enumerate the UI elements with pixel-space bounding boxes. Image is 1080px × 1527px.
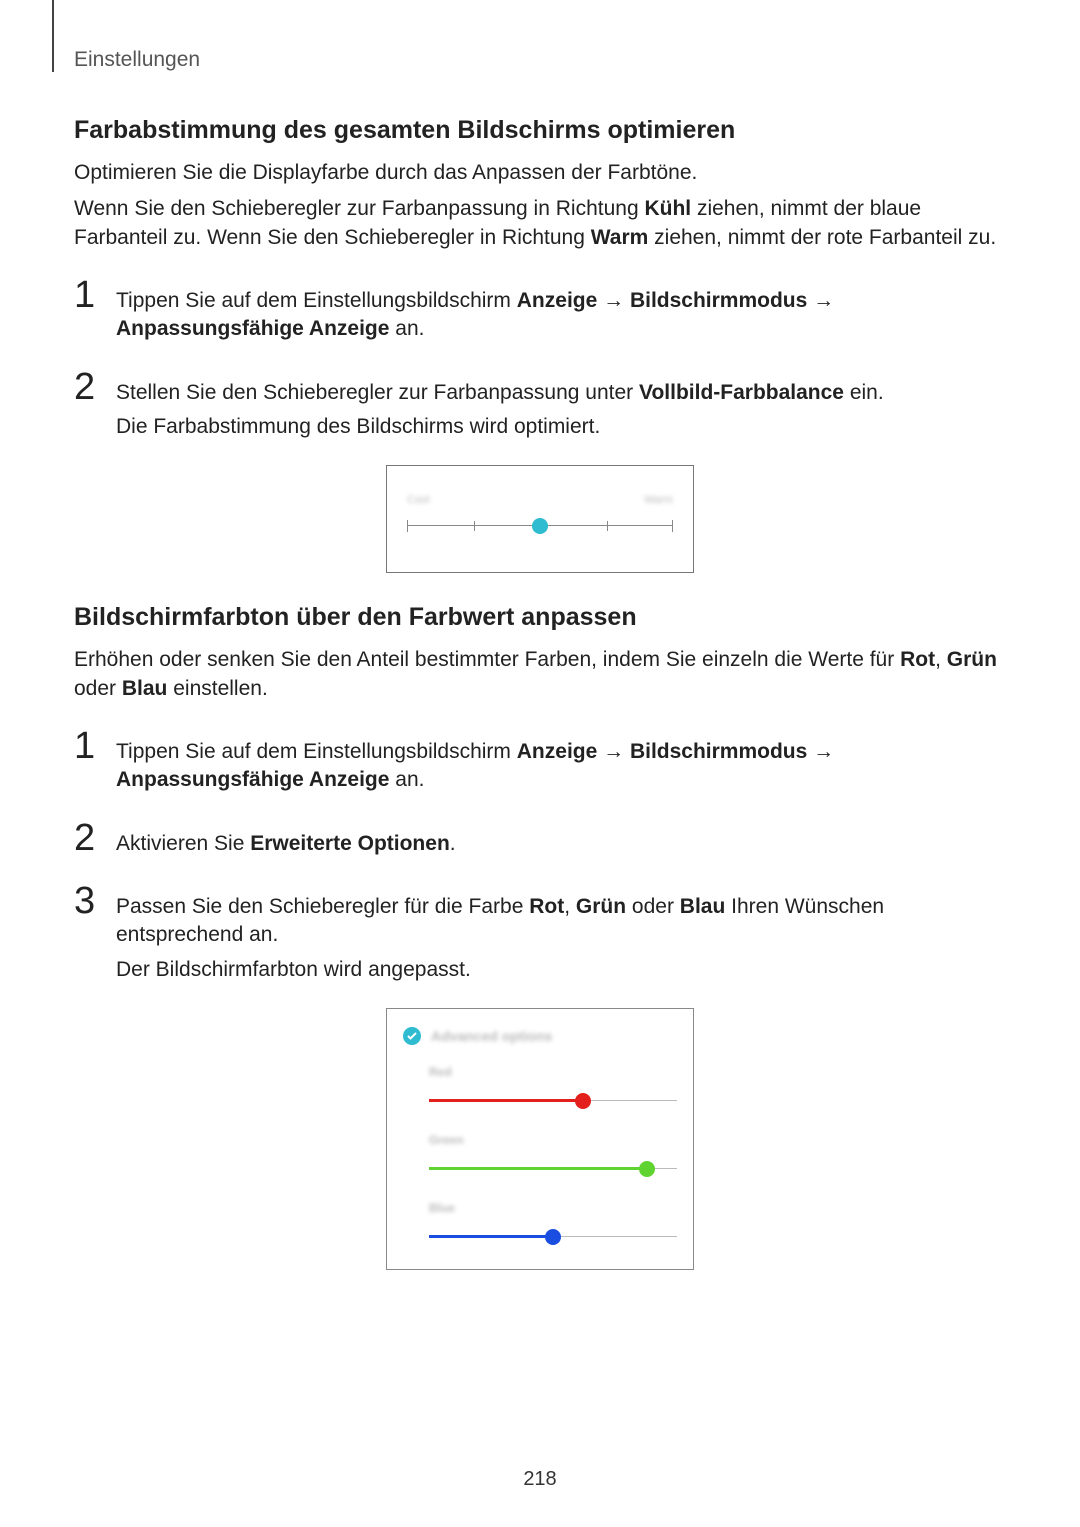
blue-slider-row: Blue [429,1201,677,1245]
section1-explain: Wenn Sie den Schieberegler zur Farbanpas… [74,195,1006,252]
section2-step2: 2 Aktivieren Sie Erweiterte Optionen. [74,819,1006,864]
blue-slider-thumb[interactable] [545,1229,561,1245]
green-slider-thumb[interactable] [639,1161,655,1177]
checkmark-icon [403,1027,421,1045]
advanced-options-label: Advanced options [431,1028,552,1044]
section1-step2: 2 Stellen Sie den Schieberegler zur Farb… [74,368,1006,448]
green-slider[interactable] [429,1161,677,1177]
blue-label: Blue [429,1201,677,1215]
red-label: Red [429,1065,677,1079]
green-slider-row: Green [429,1133,677,1177]
red-slider-thumb[interactable] [575,1093,591,1109]
step-number: 3 [74,882,104,920]
red-slider[interactable] [429,1093,677,1109]
blue-slider[interactable] [429,1229,677,1245]
section1-step1: 1 Tippen Sie auf dem Einstellungsbildsch… [74,276,1006,350]
color-balance-illustration: Cool Warm [386,465,694,573]
section2-step3: 3 Passen Sie den Schieberegler für die F… [74,882,1006,990]
step-number: 2 [74,819,104,857]
section1-intro: Optimieren Sie die Displayfarbe durch da… [74,159,1006,187]
step-number: 2 [74,368,104,406]
section1-heading: Farbabstimmung des gesamten Bildschirms … [74,116,1006,145]
balance-slider-thumb[interactable] [532,518,548,534]
section2-intro: Erhöhen oder senken Sie den Anteil besti… [74,646,1006,703]
warm-label: Warm [644,494,673,506]
section2-heading: Bildschirmfarbton über den Farbwert anpa… [74,603,1006,632]
step-number: 1 [74,276,104,314]
breadcrumb: Einstellungen [74,48,1006,72]
cool-label: Cool [407,494,430,506]
step-number: 1 [74,727,104,765]
green-label: Green [429,1133,677,1147]
advanced-options-illustration: Advanced options Red Green Blue [386,1008,694,1270]
balance-slider[interactable] [407,516,673,536]
page-number: 218 [0,1468,1080,1491]
red-slider-row: Red [429,1065,677,1109]
section2-step1: 1 Tippen Sie auf dem Einstellungsbildsch… [74,727,1006,801]
